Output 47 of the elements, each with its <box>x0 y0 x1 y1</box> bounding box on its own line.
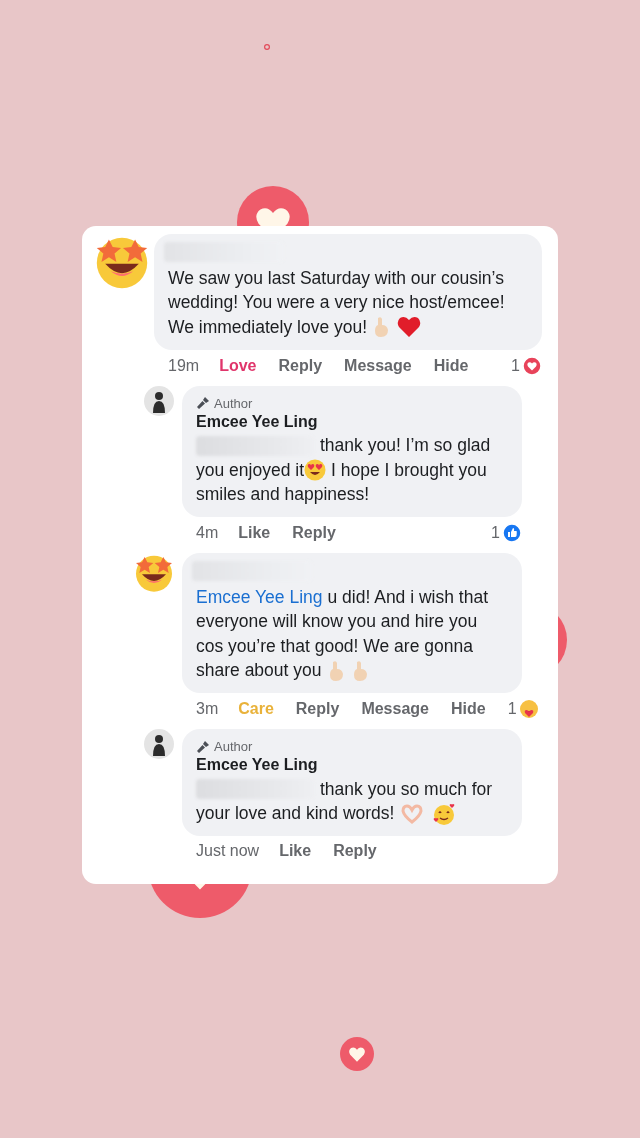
author-name[interactable]: Emcee Yee Ling <box>196 412 508 431</box>
comment-action-link[interactable]: Message <box>344 356 412 375</box>
comment-action-link[interactable]: Message <box>361 700 429 718</box>
comment-text: share about you <box>196 660 322 682</box>
comment-time: Just now <box>196 842 260 860</box>
comment-text: smiles and happiness! <box>196 484 370 506</box>
comment-text: u did! And i wish that <box>327 586 489 608</box>
heart-emoji-icon <box>397 316 422 339</box>
author-label: Author <box>214 739 253 754</box>
reaction-count: 1 <box>507 700 517 718</box>
comment-action-link[interactable]: Hide <box>433 356 469 375</box>
heart-hands-emoji-icon <box>400 803 425 824</box>
microphone-icon <box>196 739 210 754</box>
comment-action-link[interactable]: Reply <box>292 524 336 542</box>
comment-action-link[interactable]: Like <box>238 524 271 542</box>
comment-action-link[interactable]: Reply <box>278 356 323 375</box>
hand-emoji-icon <box>351 659 368 682</box>
comment-text: you enjoyed it <box>196 459 304 481</box>
comment-text: We immediately love you! <box>168 316 368 338</box>
comment-text: thank you so much for <box>320 778 493 800</box>
heart-eyes-emoji-icon <box>304 459 326 482</box>
author-label: Author <box>214 395 253 411</box>
comment-text: I hope I brought you <box>331 459 487 481</box>
comment-text: wedding! You were a very nice host/emcee! <box>168 292 505 314</box>
heart-circle-icon <box>264 44 270 50</box>
comment-action-link[interactable]: Hide <box>451 700 486 718</box>
comment-time: 4m <box>196 524 219 542</box>
reaction-count: 1 <box>491 524 500 542</box>
mention-link[interactable]: Emcee Yee Ling <box>196 586 323 608</box>
reaction-count: 1 <box>511 356 520 375</box>
comment-text: cos you’re that good! We are gonna <box>196 635 473 657</box>
comment-action-link[interactable]: Reply <box>333 842 377 860</box>
hand-emoji-icon <box>373 316 390 339</box>
comment-text: thank you! I’m so glad <box>320 435 491 457</box>
smiling-hearts-emoji-icon <box>432 801 457 826</box>
hand-emoji-icon <box>327 659 344 682</box>
comment-time: 3m <box>196 700 219 718</box>
comment-action-link[interactable]: Love <box>219 356 257 375</box>
comment-action-link[interactable]: Like <box>279 842 312 860</box>
microphone-icon <box>196 396 210 410</box>
comment-text: We saw you last Saturday with our cousin’s <box>168 267 504 289</box>
comment-action-link[interactable]: Reply <box>295 700 340 718</box>
comment-text: everyone will know you and hire you <box>196 611 478 633</box>
comment-time: 19m <box>168 356 200 375</box>
comment-text: your love and kind words! <box>196 803 395 825</box>
author-name[interactable]: Emcee Yee Ling <box>196 756 508 774</box>
heart-circle-icon <box>340 1037 374 1071</box>
